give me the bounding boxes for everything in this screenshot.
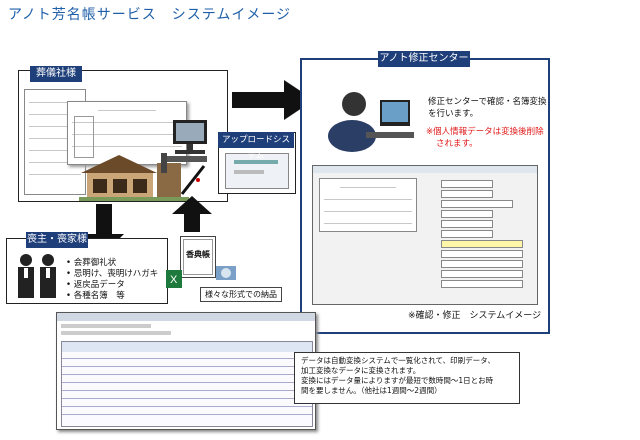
pen-icon <box>180 165 206 195</box>
family-item-4-text: 各種名簿 等 <box>73 291 125 301</box>
disc-icon <box>216 266 236 280</box>
privacy-notice-line-2: されます。 <box>436 139 478 149</box>
funeral-company-label: 葬儀社様 <box>30 66 82 82</box>
conversion-info-box: データは自動変換システムで一覧化されて、印刷データ、 加工変換なデータに変換され… <box>294 352 520 404</box>
guestbook-image: 香典帳 <box>180 236 216 278</box>
family-item-1-text: 会葬御礼状 <box>73 258 117 268</box>
correction-system-caption: ※確認・修正 システムイメージ <box>408 311 542 321</box>
info-line-2: 加工変換なデータに変換されます。 <box>301 366 421 375</box>
delivery-label: 様々な形式での納品 <box>200 287 282 302</box>
correction-center-label: アノト修正センター <box>378 51 470 67</box>
info-line-4: 変換にはデータ量によりますが最短で数時間〜1日とお時 <box>301 376 494 385</box>
page-title: アノト芳名帳サービス システムイメージ <box>8 7 292 23</box>
family-item-3-text: 返戻品データ <box>73 280 125 290</box>
correction-screen-image <box>312 165 538 305</box>
family-item-4: • 各種名簿 等 <box>66 291 125 301</box>
svg-text:X: X <box>170 274 178 286</box>
upload-system-label: アップロードシステム <box>218 132 294 161</box>
mourners-illustration <box>18 254 56 298</box>
privacy-notice-line-1: ※個人情報データは変換後削除 <box>426 127 544 137</box>
family-item-2-text: 忌明け、喪明けハガキ <box>73 269 159 279</box>
excel-icon: X <box>166 270 182 288</box>
center-description-line-1: 修正センターで確認・名簿変換 <box>428 97 547 107</box>
computer-illustration <box>167 120 207 162</box>
operator-illustration <box>328 92 414 152</box>
arrow-to-upload <box>172 196 212 232</box>
family-label: 喪主・喪家様 <box>26 232 88 248</box>
data-list-screenshot <box>56 312 316 430</box>
center-description-line-2: を行います。 <box>428 109 479 119</box>
info-line-1: データは自動変換システムで一覧化されて、印刷データ、 <box>301 356 495 365</box>
info-line-5: 間を要しません。（他社は1週間〜2週間） <box>301 386 442 395</box>
guestbook-label: 香典帳 <box>186 250 210 259</box>
